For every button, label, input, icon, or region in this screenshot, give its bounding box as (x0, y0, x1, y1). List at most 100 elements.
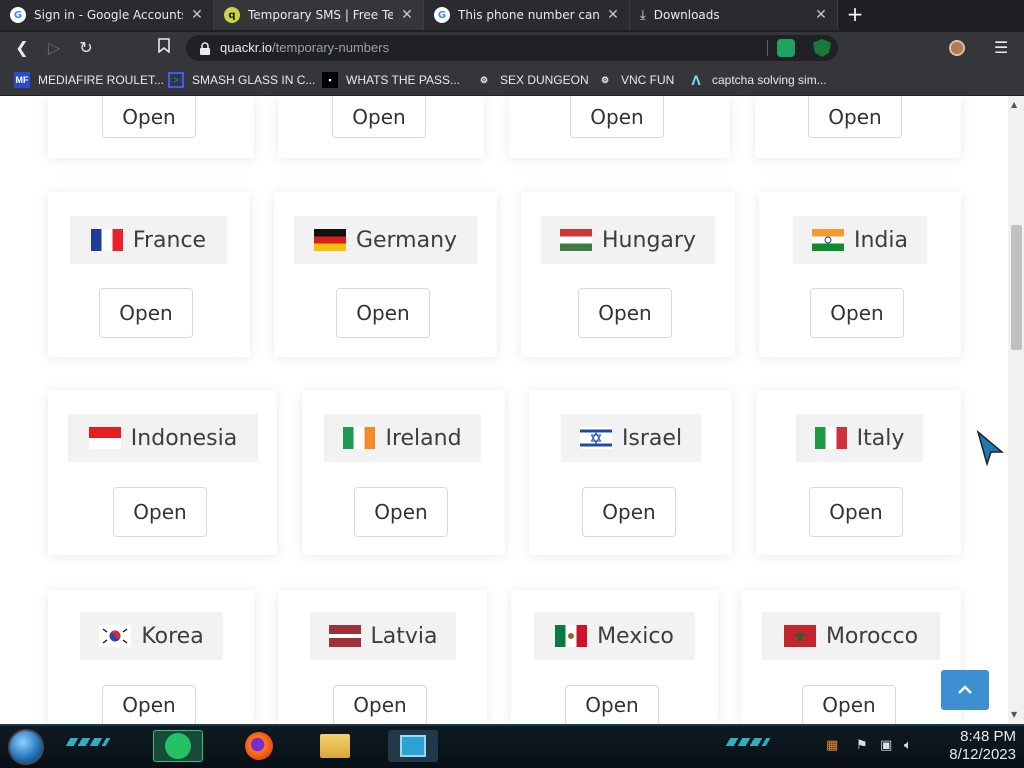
page-scrollbar[interactable] (1008, 96, 1024, 724)
bookmark-label: SMASH GLASS IN C... (192, 73, 316, 87)
open-italy-button[interactable]: Open (809, 487, 903, 537)
open-india-button[interactable]: Open (810, 288, 904, 338)
back-icon[interactable]: ❮ (12, 38, 32, 58)
taskbar-decoration (725, 738, 771, 746)
open-germany-button[interactable]: Open (336, 288, 430, 338)
scrollbar-thumb[interactable] (1011, 225, 1022, 350)
tab-temporary-sms[interactable]: q Temporary SMS | Free Tempo ✕ (214, 0, 424, 30)
open-indonesia-button[interactable]: Open (113, 487, 207, 537)
bookmark-captcha[interactable]: Λ captcha solving sim... (688, 70, 826, 90)
bookmark-smash-glass[interactable]: > SMASH GLASS IN C... (168, 70, 315, 90)
country-label-morocco: Morocco (762, 612, 940, 660)
scroll-to-top-button[interactable] (941, 670, 989, 710)
country-label-hungary: Hungary (541, 216, 715, 264)
google-icon: G (434, 7, 450, 23)
open-ireland-button[interactable]: Open (354, 487, 448, 537)
tab-google-sign-in[interactable]: G Sign in - Google Accounts ✕ (0, 0, 214, 30)
system-clock[interactable]: 8:48 PM 8/12/2023 (926, 728, 1016, 764)
chevron-up-icon (958, 685, 972, 694)
tab-title: Downloads (653, 8, 720, 22)
tab-phone-number[interactable]: G This phone number cannot b ✕ (424, 0, 630, 30)
new-tab-button[interactable]: + (842, 3, 868, 27)
close-tab-icon[interactable]: ✕ (399, 7, 415, 23)
country-name: Germany (355, 227, 458, 253)
close-tab-icon[interactable]: ✕ (605, 7, 621, 23)
taskbar-chat-app[interactable] (153, 730, 203, 762)
open-morocco-button[interactable]: Open (802, 685, 896, 724)
open-mexico-button[interactable]: Open (565, 685, 659, 724)
france-flag-icon (90, 229, 123, 251)
chat-extension-icon[interactable] (777, 39, 795, 57)
bookmark-mediafire[interactable]: MF MEDIAFIRE ROULET... (14, 70, 164, 90)
scroll-down-arrow-icon[interactable]: ▼ (1011, 710, 1017, 719)
reload-icon[interactable]: ↻ (76, 38, 96, 58)
quackr-icon: q (224, 7, 240, 23)
start-button[interactable] (8, 729, 44, 765)
forward-icon[interactable]: ▷ (44, 38, 64, 58)
open-france-button[interactable]: Open (99, 288, 193, 338)
captcha-icon: Λ (691, 72, 701, 88)
tab-downloads[interactable]: ⤓ Downloads ✕ (630, 0, 838, 30)
bookmark-star-icon[interactable] (154, 38, 174, 58)
bookmark-vnc-fun[interactable]: ⚙ VNC FUN (597, 70, 674, 90)
bookmark-whats-the-pass[interactable]: ▪ WHATS THE PASS... (322, 70, 460, 90)
country-name: Morocco (825, 623, 919, 649)
country-name: India (854, 227, 908, 253)
korea-flag-icon (99, 625, 132, 647)
country-label-italy: Italy (796, 414, 923, 462)
tray-app-icon[interactable]: ▦ (826, 738, 838, 753)
tab-title: Sign in - Google Accounts (34, 8, 183, 22)
bookmark-sex-dungeon[interactable]: ⚙ SEX DUNGEON (476, 70, 589, 90)
open-hungary-button[interactable]: Open (578, 288, 672, 338)
scroll-up-arrow-icon[interactable]: ▲ (1011, 100, 1017, 109)
country-label-india: India (793, 216, 927, 264)
close-tab-icon[interactable]: ✕ (189, 7, 205, 23)
country-label-germany: Germany (294, 216, 477, 264)
volume-icon[interactable]: 🔈︎ (904, 738, 912, 753)
country-label-indonesia: Indonesia (68, 414, 258, 462)
bookmark-label: SEX DUNGEON (500, 73, 589, 87)
country-label-korea: Korea (80, 612, 223, 660)
flag-icon[interactable]: ⚑ (856, 738, 868, 753)
close-tab-icon[interactable]: ✕ (813, 7, 829, 23)
smash-icon: > (168, 72, 184, 88)
open-button[interactable]: Open (570, 96, 664, 138)
taskbar-firefox[interactable] (234, 730, 284, 762)
country-label-latvia: Latvia (310, 612, 456, 660)
profile-avatar[interactable] (949, 40, 965, 56)
italy-flag-icon (814, 427, 847, 449)
dungeon-icon: ⚙ (479, 74, 489, 85)
open-latvia-button[interactable]: Open (333, 685, 427, 724)
clock-time: 8:48 PM (960, 728, 1016, 745)
country-name: Indonesia (130, 425, 238, 451)
hungary-flag-icon (560, 229, 593, 251)
lock-icon[interactable] (199, 41, 211, 55)
country-name: Hungary (602, 227, 696, 253)
bookmark-label: MEDIAFIRE ROULET... (38, 73, 165, 87)
url-host: quackr.io (220, 40, 273, 55)
germany-flag-icon (313, 229, 346, 251)
bookmark-label: VNC FUN (621, 73, 675, 87)
open-button[interactable]: Open (102, 96, 196, 138)
url-text[interactable]: quackr.io/temporary-numbers (220, 40, 389, 55)
taskbar-file-explorer[interactable] (310, 730, 360, 762)
open-button[interactable]: Open (332, 96, 426, 138)
open-korea-button[interactable]: Open (102, 685, 196, 724)
country-name: Israel (621, 425, 683, 451)
israel-flag-icon (579, 427, 612, 449)
open-button[interactable]: Open (808, 96, 902, 138)
country-label-france: France (70, 216, 227, 264)
country-name: Latvia (370, 623, 438, 649)
bookmark-label: WHATS THE PASS... (346, 73, 461, 87)
network-icon[interactable]: ▣ (880, 738, 892, 753)
mediafire-icon: MF (14, 72, 30, 88)
open-israel-button[interactable]: Open (582, 487, 676, 537)
tab-title: This phone number cannot b (458, 8, 599, 22)
taskbar-installer[interactable] (388, 730, 438, 762)
download-icon: ⤓ (640, 7, 646, 23)
vnc-icon: ⚙ (600, 74, 610, 85)
menu-icon[interactable]: ☰ (994, 38, 1008, 57)
url-path: /temporary-numbers (272, 40, 390, 55)
taskbar-decoration (65, 738, 111, 746)
chat-app-icon (165, 733, 191, 759)
